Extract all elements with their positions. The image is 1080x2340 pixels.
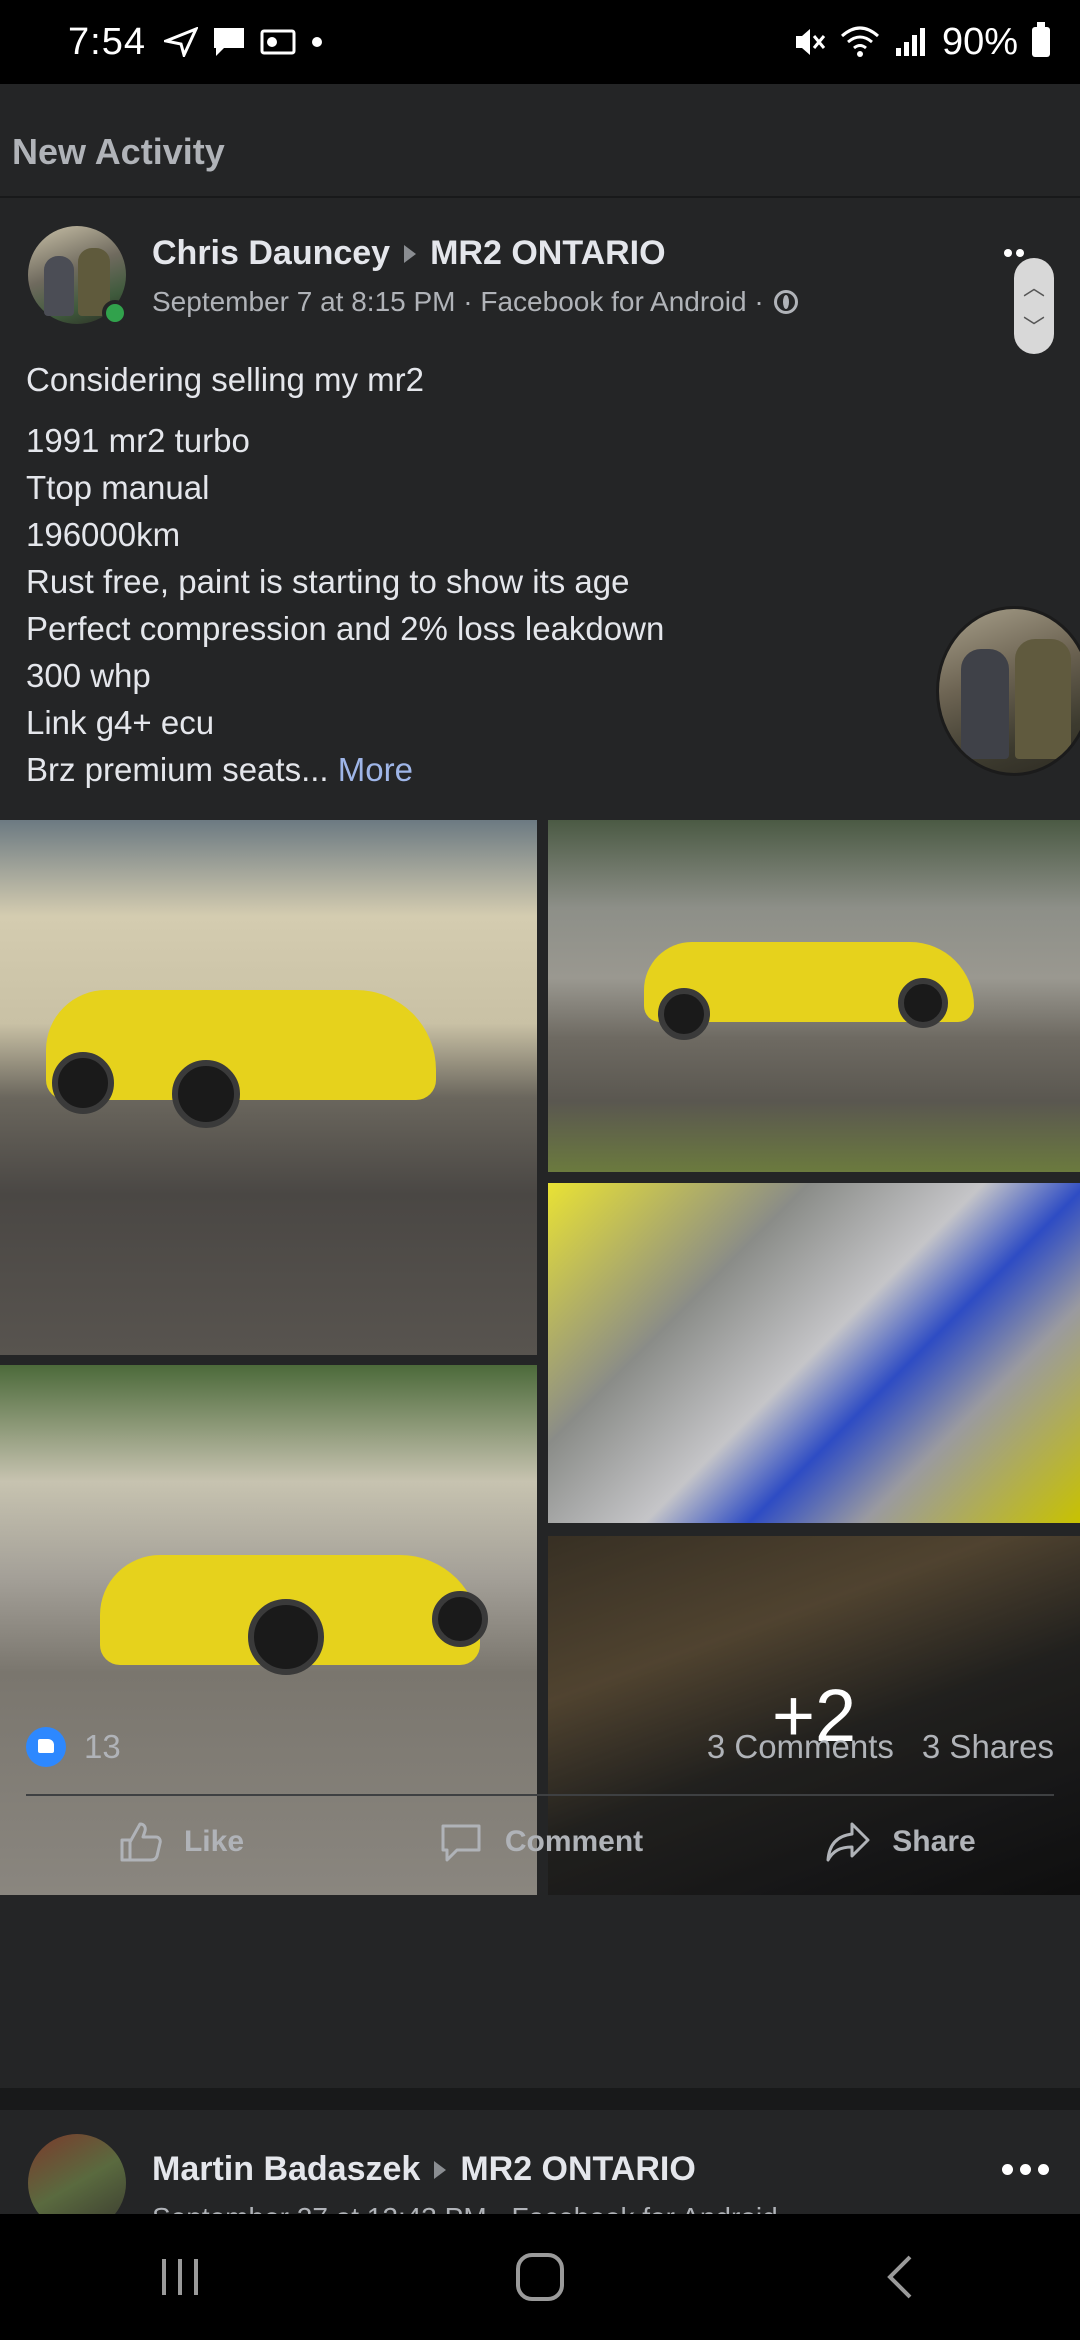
outlook-icon — [260, 29, 296, 55]
comment-label: Comment — [504, 1825, 644, 1858]
next-post-header: Martin Badaszek MR2 ONTARIO — [152, 2150, 696, 2189]
chevron-down-icon: ﹀ — [1022, 315, 1045, 340]
back-icon — [887, 2255, 912, 2299]
post-meta: September 7 at 8:15 PM · Facebook for An… — [152, 286, 798, 318]
next-post-meta[interactable]: September 27 at 12:43 PM · Facebook for … — [152, 2202, 795, 2214]
next-author-name[interactable]: Martin Badaszek — [152, 2150, 420, 2189]
post-photo-3[interactable] — [548, 1183, 1080, 1523]
post-text-last-line: Brz premium seats... More — [26, 746, 926, 793]
post-stats: 13 3 Comments 3 Shares — [0, 1712, 1080, 1782]
online-indicator — [102, 300, 128, 326]
thumbs-up-icon — [120, 1822, 162, 1862]
arrow-right-icon — [404, 244, 417, 263]
wifi-icon — [840, 26, 879, 57]
truncated-text: Brz premium seats... — [26, 751, 329, 788]
share-label: Share — [892, 1825, 976, 1858]
navigation-icon — [163, 27, 198, 57]
more-options-icon[interactable] — [1002, 2164, 1049, 2175]
battery-icon — [1032, 22, 1050, 57]
home-icon — [516, 2253, 564, 2301]
post-text-line: Perfect compression and 2% loss leakdown — [26, 610, 665, 647]
comment-count[interactable]: 3 Comments — [707, 1728, 894, 1766]
share-arrow-icon — [826, 1822, 870, 1862]
post-text-line: Rust free, paint is starting to show its… — [26, 563, 630, 600]
post-text-line: Considering selling my mr2 — [26, 361, 424, 398]
next-group-name[interactable]: MR2 ONTARIO — [460, 2150, 695, 2189]
divider — [26, 1794, 1054, 1796]
author-avatar[interactable] — [28, 226, 128, 326]
post-actions: Like Comment Share — [0, 1798, 1080, 1886]
post-text-line: 196000km — [26, 516, 181, 553]
status-time: 7:54 — [68, 20, 146, 63]
post-photo-2[interactable] — [548, 820, 1080, 1172]
next-author-avatar[interactable] — [28, 2134, 126, 2214]
section-title: New Activity — [12, 131, 225, 172]
section-header: New Activity — [0, 108, 1080, 196]
post-card: Chris Dauncey MR2 ONTARIO September 7 at… — [0, 198, 1080, 2088]
group-name[interactable]: MR2 ONTARIO — [430, 234, 665, 273]
post-text: Considering selling my mr2 1991 mr2 turb… — [26, 356, 926, 793]
post-timestamp[interactable]: September 7 at 8:15 PM · Facebook for An… — [152, 286, 764, 318]
status-right-icons: 90% — [792, 21, 1050, 64]
like-label: Like — [183, 1825, 245, 1858]
like-reaction-icon — [26, 1727, 66, 1767]
post-options-icon[interactable] — [1004, 244, 1034, 257]
share-button[interactable]: Share — [720, 1818, 1080, 1866]
comment-icon — [441, 1824, 481, 1862]
globe-icon — [773, 290, 798, 314]
top-strip — [0, 84, 1080, 108]
arrow-right-icon — [434, 2160, 447, 2179]
post-text-line: Link g4+ ecu — [26, 704, 215, 741]
signal-icon — [895, 28, 925, 56]
chat-head-bubble[interactable] — [936, 606, 1080, 776]
see-more-link[interactable]: More — [338, 751, 413, 788]
battery-percent: 90% — [941, 20, 1018, 63]
back-button[interactable] — [840, 2237, 960, 2317]
scroll-handle[interactable]: ︿ ﹀ — [1014, 258, 1054, 354]
status-bar: 7:54 90% — [0, 0, 1080, 84]
dot-icon — [311, 37, 322, 47]
system-nav-bar — [0, 2214, 1080, 2340]
next-post-card: Martin Badaszek MR2 ONTARIO September 27… — [0, 2110, 1080, 2214]
like-count[interactable]: 13 — [84, 1728, 121, 1766]
author-name[interactable]: Chris Dauncey — [152, 234, 390, 273]
post-text-line: Ttop manual — [26, 469, 210, 506]
post-header: Chris Dauncey MR2 ONTARIO — [152, 234, 666, 273]
mute-icon — [795, 29, 826, 55]
post-text-line: 300 whp — [26, 657, 151, 694]
home-button[interactable] — [480, 2237, 600, 2317]
comment-button[interactable]: Comment — [360, 1818, 720, 1866]
status-left-icons — [163, 26, 324, 58]
recent-apps-icon — [162, 2259, 198, 2295]
like-button[interactable]: Like — [0, 1818, 360, 1866]
post-text-line: 1991 mr2 turbo — [26, 422, 250, 459]
share-count[interactable]: 3 Shares — [922, 1728, 1054, 1766]
chevron-up-icon: ︿ — [1022, 275, 1045, 300]
recent-apps-button[interactable] — [120, 2237, 240, 2317]
post-photo-1[interactable] — [0, 820, 537, 1355]
message-icon — [213, 28, 244, 56]
feed-separator — [0, 2088, 1080, 2110]
